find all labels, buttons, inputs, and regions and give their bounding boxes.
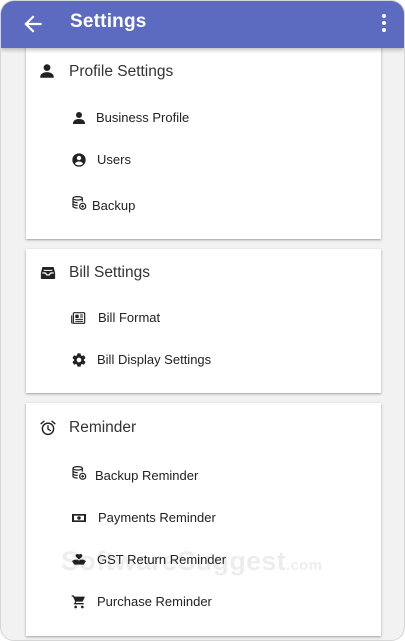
backup-reminder-item[interactable]: Backup Reminder [66, 461, 366, 491]
more-vert-icon[interactable] [376, 11, 392, 35]
bill-settings-card: Bill Settings Bill Format Bill Display S… [26, 249, 381, 393]
reminder-title: Reminder [69, 419, 137, 436]
screen: Settings Profile Settings Business Profi… [0, 0, 405, 641]
back-arrow-icon[interactable] [19, 11, 47, 37]
backup-reminder-label: Backup Reminder [95, 468, 199, 483]
business-profile-item[interactable]: Business Profile [66, 103, 366, 133]
account-circle-icon [72, 153, 86, 167]
cart-icon [71, 595, 85, 609]
alarm-clock-icon [40, 420, 56, 436]
users-item[interactable]: Users [66, 145, 366, 175]
database-backup-icon [72, 196, 87, 210]
profile-settings-card: Profile Settings Business Profile Users [26, 43, 381, 239]
hand-heart-icon [72, 554, 86, 565]
money-icon [72, 514, 86, 522]
inbox-tray-icon [40, 267, 56, 279]
profile-settings-title: Profile Settings [69, 63, 174, 80]
backup-label: Backup [92, 198, 136, 213]
purchase-reminder-label: Purchase Reminder [97, 594, 212, 609]
users-label: Users [97, 152, 131, 167]
purchase-reminder-item[interactable]: Purchase Reminder [66, 587, 366, 617]
payments-reminder-item[interactable]: Payments Reminder [66, 503, 366, 533]
profile-settings-header[interactable]: Profile Settings [26, 58, 381, 88]
bill-format-label: Bill Format [98, 310, 161, 325]
bill-settings-title: Bill Settings [69, 264, 150, 281]
bill-format-item[interactable]: Bill Format [66, 303, 366, 333]
person-icon [40, 64, 54, 78]
database-backup-icon [72, 466, 87, 480]
payments-reminder-label: Payments Reminder [98, 510, 216, 525]
business-profile-label: Business Profile [96, 110, 190, 125]
reminder-card: Reminder Backup Reminder Payments Remind… [26, 403, 381, 636]
backup-item[interactable]: Backup [66, 191, 366, 221]
reminder-header[interactable]: Reminder [26, 414, 381, 444]
person-icon [73, 112, 85, 124]
newspaper-icon [71, 312, 86, 324]
bill-display-settings-item[interactable]: Bill Display Settings [66, 345, 366, 375]
page-title: Settings [70, 11, 147, 32]
bill-settings-header[interactable]: Bill Settings [26, 259, 381, 289]
app-bar: Settings [1, 1, 404, 48]
gear-icon [72, 353, 86, 367]
gst-return-reminder-label: GST Return Reminder [97, 552, 227, 567]
gst-return-reminder-item[interactable]: GST Return Reminder [66, 545, 366, 575]
bill-display-settings-label: Bill Display Settings [97, 352, 212, 367]
